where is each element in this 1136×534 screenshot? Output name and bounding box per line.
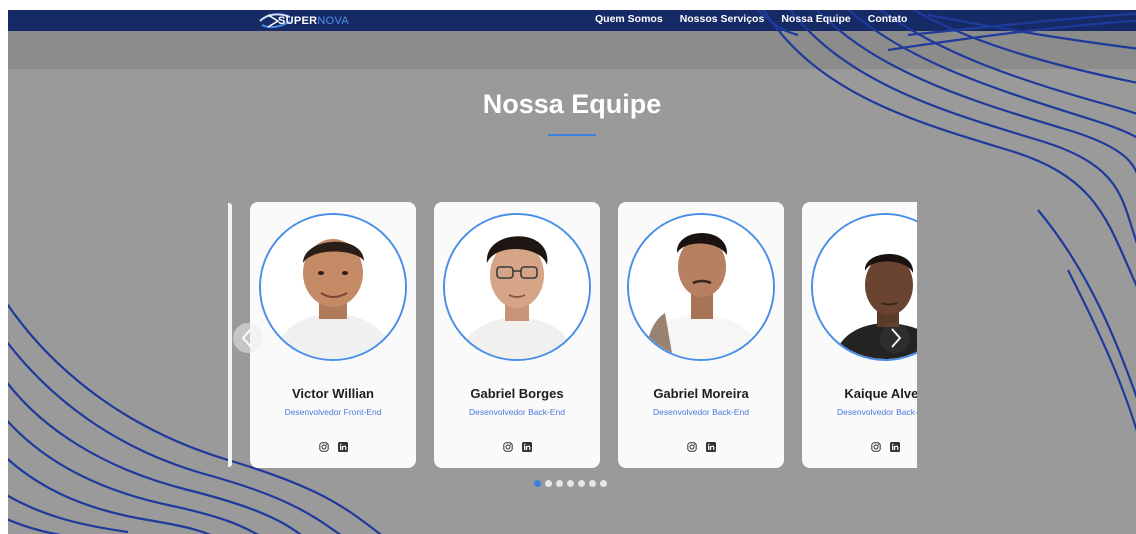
main-nav: Quem Somos Nossos Serviços Nossa Equipe … <box>595 13 924 25</box>
instagram-icon[interactable] <box>870 442 881 452</box>
social-links <box>618 442 784 452</box>
linkedin-icon[interactable] <box>337 442 348 452</box>
carousel-next-button[interactable] <box>880 323 910 353</box>
member-role: Desenvolvedor Front-End <box>284 407 382 417</box>
social-links <box>434 442 600 452</box>
section-title: Nossa Equipe <box>482 89 662 119</box>
pagination-dot[interactable] <box>545 480 552 487</box>
logo-wordmark: SUPERNOVA <box>278 15 349 27</box>
member-role: Desenvolvedor Back-End <box>837 407 917 417</box>
nav-link-nossa-equipe[interactable]: Nossa Equipe <box>781 13 850 25</box>
linkedin-icon[interactable] <box>521 442 532 452</box>
social-links <box>802 442 917 452</box>
linkedin-icon[interactable] <box>705 442 716 452</box>
member-photo <box>259 213 407 361</box>
instagram-icon[interactable] <box>686 442 697 452</box>
carousel-prev-button[interactable] <box>233 323 263 353</box>
pagination-dot[interactable] <box>578 480 585 487</box>
nav-link-contato[interactable]: Contato <box>868 13 908 25</box>
team-card: Victor Willian Desenvolvedor Front-End <box>250 202 416 468</box>
member-name: Gabriel Moreira <box>653 386 749 401</box>
member-name: Kaique Alves <box>844 386 917 401</box>
cards-track: Victor Willian Desenvolvedor Front-End G… <box>250 202 917 468</box>
social-links <box>250 442 416 452</box>
team-card: Gabriel Borges Desenvolvedor Back-End <box>434 202 600 468</box>
brand-logo[interactable]: SUPERNOVA <box>258 11 349 31</box>
pagination-dot[interactable] <box>589 480 596 487</box>
carousel-pagination <box>534 480 607 487</box>
previous-card-edge <box>228 203 232 467</box>
member-role: Desenvolvedor Back-End <box>653 407 749 417</box>
member-name: Gabriel Borges <box>470 386 564 401</box>
member-photo <box>443 213 591 361</box>
pagination-dot[interactable] <box>600 480 607 487</box>
nav-link-nossos-servicos[interactable]: Nossos Serviços <box>680 13 765 25</box>
pagination-dot-active[interactable] <box>534 480 541 487</box>
member-photo <box>627 213 775 361</box>
pagination-dot[interactable] <box>567 480 574 487</box>
pagination-dot[interactable] <box>556 480 563 487</box>
chevron-right-icon <box>891 328 902 348</box>
nav-link-quem-somos[interactable]: Quem Somos <box>595 13 663 25</box>
title-underline <box>548 134 596 136</box>
instagram-icon[interactable] <box>318 442 329 452</box>
member-role: Desenvolvedor Back-End <box>469 407 565 417</box>
team-card: Gabriel Moreira Desenvolvedor Back-End <box>618 202 784 468</box>
chevron-left-icon <box>241 328 252 348</box>
member-name: Victor Willian <box>292 386 374 401</box>
team-carousel[interactable]: Victor Willian Desenvolvedor Front-End G… <box>228 200 917 472</box>
page-frame: SUPERNOVA Quem Somos Nossos Serviços Nos… <box>8 10 1136 534</box>
linkedin-icon[interactable] <box>889 442 900 452</box>
instagram-icon[interactable] <box>502 442 513 452</box>
